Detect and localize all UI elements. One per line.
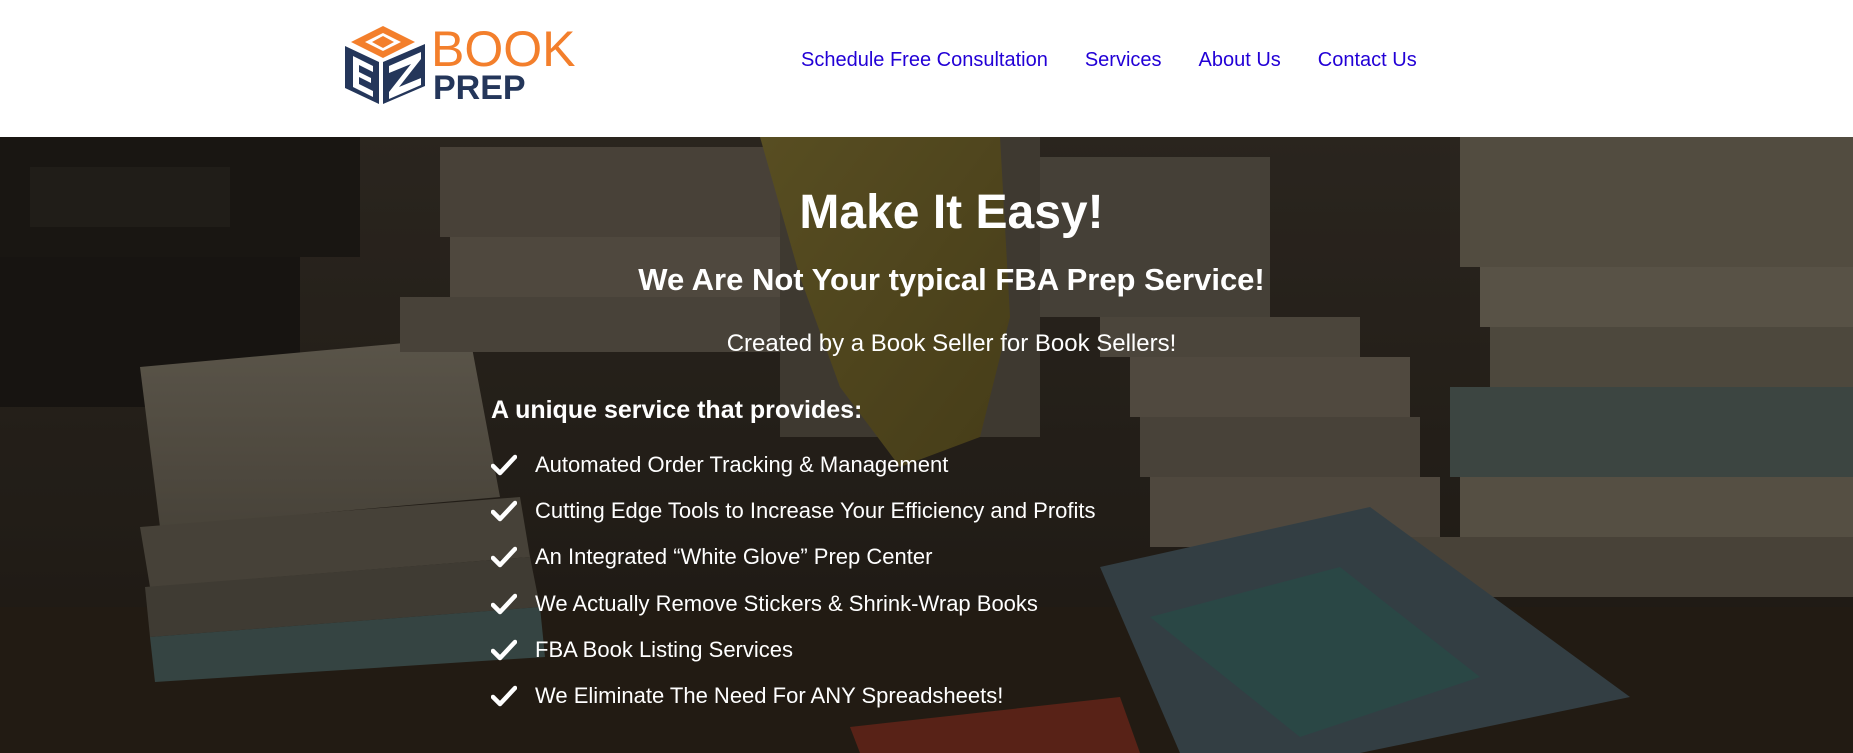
- hero-subtitle: We Are Not Your typical FBA Prep Service…: [638, 262, 1265, 297]
- main-nav: Schedule Free Consultation Services Abou…: [801, 47, 1454, 73]
- feature-item: An Integrated “White Glove” Prep Center: [491, 534, 1096, 580]
- nav-link-schedule-consultation[interactable]: Schedule Free Consultation: [801, 47, 1048, 73]
- feature-item: We Eliminate The Need For ANY Spreadshee…: [491, 673, 1096, 719]
- feature-item-label: Cutting Edge Tools to Increase Your Effi…: [535, 498, 1096, 524]
- check-icon: [491, 593, 517, 614]
- check-icon: [491, 454, 517, 476]
- feature-item: Cutting Edge Tools to Increase Your Effi…: [491, 488, 1096, 534]
- feature-item-label: An Integrated “White Glove” Prep Center: [535, 544, 933, 570]
- check-icon: [491, 501, 517, 522]
- ez-cube-logo-icon: [345, 26, 425, 104]
- feature-list: Automated Order Tracking & Management Cu…: [491, 442, 1096, 719]
- hero-title: Make It Easy!: [799, 186, 1104, 239]
- feature-item: We Actually Remove Stickers & Shrink-Wra…: [491, 581, 1096, 627]
- feature-item-label: We Eliminate The Need For ANY Spreadshee…: [535, 683, 1004, 709]
- feature-item: FBA Book Listing Services: [491, 627, 1096, 673]
- ez-book-prep-logo[interactable]: BOOK PREP: [343, 20, 583, 108]
- check-icon: [491, 685, 517, 707]
- nav-link-contact-us[interactable]: Contact Us: [1318, 47, 1417, 73]
- hero-tagline: Created by a Book Seller for Book Seller…: [726, 330, 1177, 357]
- feature-item-label: FBA Book Listing Services: [535, 636, 794, 662]
- logo-prep-text: PREP: [433, 69, 526, 107]
- logo-book-text: BOOK: [431, 21, 576, 77]
- feature-item-label: We Actually Remove Stickers & Shrink-Wra…: [535, 590, 1038, 616]
- site-header: BOOK PREP Schedule Free Consultation Ser…: [0, 0, 1853, 137]
- hero-section: Make It Easy! We Are Not Your typical FB…: [0, 137, 1853, 753]
- check-icon: [491, 547, 517, 568]
- nav-link-services[interactable]: Services: [1085, 47, 1162, 73]
- nav-link-about-us[interactable]: About Us: [1199, 47, 1281, 73]
- feature-list-heading: A unique service that provides:: [491, 396, 863, 424]
- feature-item-label: Automated Order Tracking & Management: [535, 452, 949, 478]
- check-icon: [491, 639, 517, 661]
- feature-item: Automated Order Tracking & Management: [491, 442, 1096, 488]
